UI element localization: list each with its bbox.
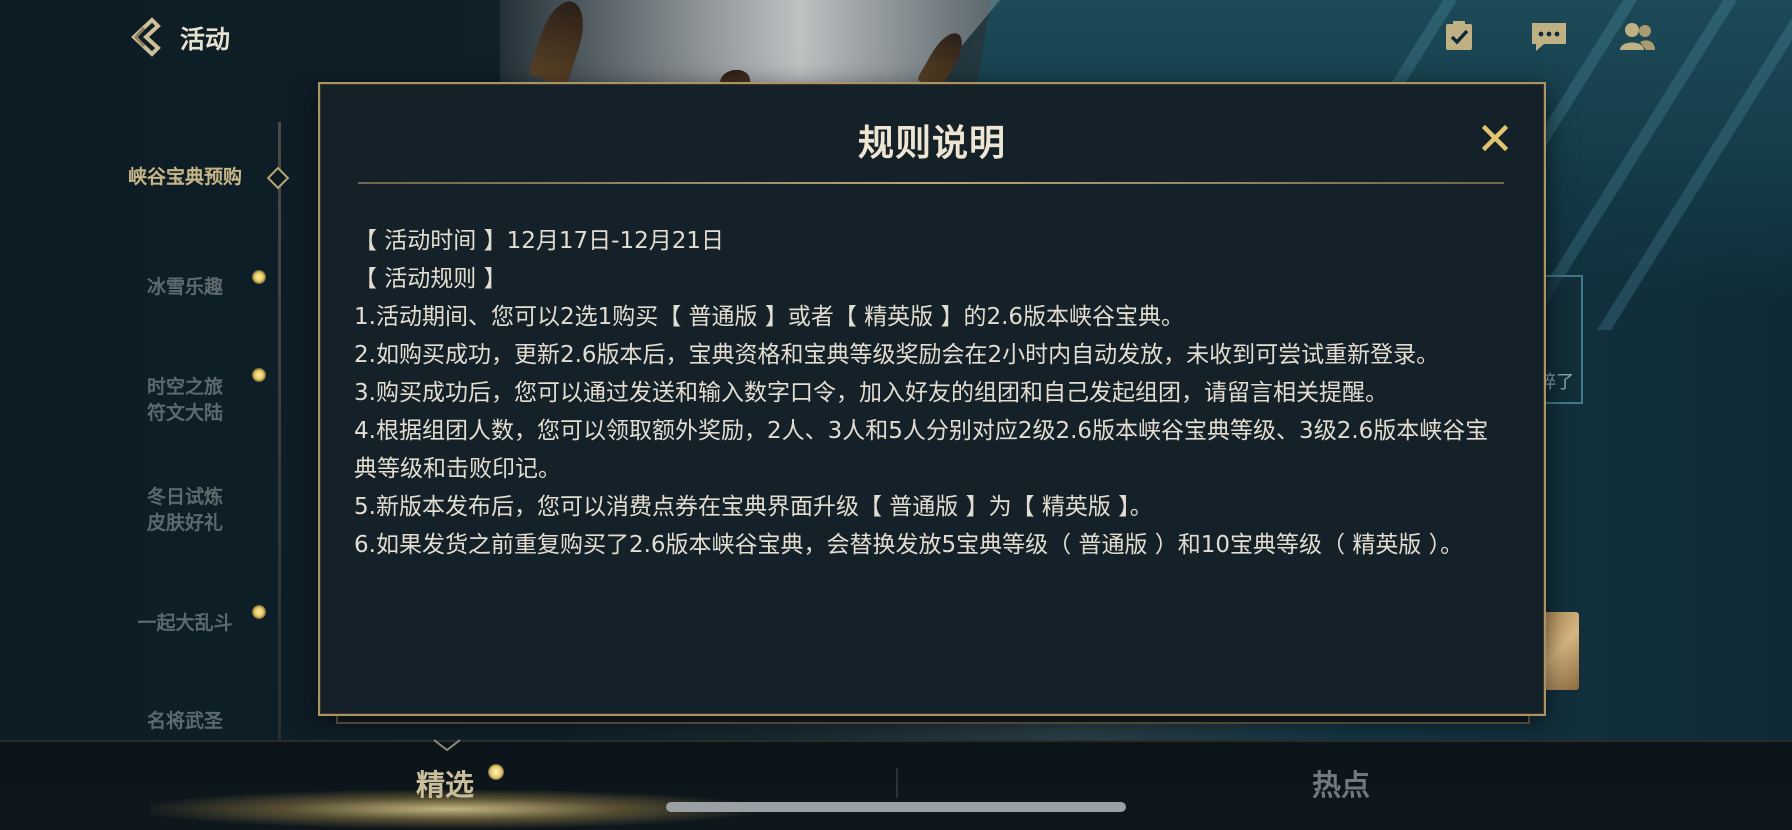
back-icon [131,17,161,57]
notification-dot [488,764,504,780]
sidenav-item-mingjiang[interactable]: 名将武圣 [110,708,260,734]
dialog-title: 规则说明 [857,123,1006,164]
chevron-down-icon [433,739,461,752]
friends-icon [1620,23,1655,50]
task-check-icon [1446,21,1472,50]
sidenav-item-luandou[interactable]: 一起大乱斗 [110,610,260,636]
tab-jingxuan[interactable]: 精选 [416,762,474,804]
close-button[interactable] [1475,118,1515,158]
rules-line: 【 活动时间 】12月17日-12月21日 [354,228,724,254]
task-button[interactable] [1438,16,1480,58]
page-title: 活动 [180,25,231,54]
rules-line: 2.如购买成功，更新2.6版本后，宝典资格和宝典等级奖励会在2小时内自动发放，未… [354,342,1440,368]
rules-dialog: 规则说明 【 活动时间 】12月17日-12月21日 【 活动规则 】 1.活动… [318,82,1546,716]
notification-dot [252,605,266,619]
sidenav-item-shikong[interactable]: 时空之旅 符文大陆 [110,374,260,426]
chat-icon [1532,23,1566,51]
close-icon [1482,125,1508,151]
home-indicator[interactable] [666,802,1126,812]
rules-line: 5.新版本发布后，您可以消费点券在宝典界面升级【 普通版 】为【 精英版 】。 [354,494,1153,520]
rules-line: 3.购买成功后，您可以通过发送和输入数字口令，加入好友的组团和自己发起组团，请留… [354,380,1388,406]
rules-line: 【 活动规则 】 [354,266,507,292]
tab-divider [896,768,898,798]
notification-dot [252,368,266,382]
back-button[interactable] [124,14,170,60]
version-tag: 967058 [0,380,2,426]
sidenav-item-bingxue[interactable]: 冰雪乐趣 [110,274,260,300]
rules-line: 4.根据组团人数，您可以领取额外奖励，2人、3人和5人分别对应2级2.6版本峡谷… [354,418,1489,482]
sidenav-item-yuegu-baodian[interactable]: 峡谷宝典预购 [110,164,260,190]
chat-button[interactable] [1528,16,1570,58]
sidenav-track [278,122,281,742]
friends-button[interactable] [1616,16,1658,58]
notification-dot [252,270,266,284]
tab-redian[interactable]: 热点 [1312,762,1370,804]
sidenav-item-dongri[interactable]: 冬日试炼 皮肤好礼 [110,484,260,536]
rules-line: 6.如果发货之前重复购买了2.6版本峡谷宝典，会替换发放5宝典等级（ 普通版 ）… [354,532,1464,558]
rules-line: 1.活动期间、您可以2选1购买【 普通版 】或者【 精英版 】的2.6版本峡谷宝… [354,304,1185,330]
dialog-divider [358,182,1504,184]
rules-text: 【 活动时间 】12月17日-12月21日 【 活动规则 】 1.活动期间、您可… [354,222,1510,564]
